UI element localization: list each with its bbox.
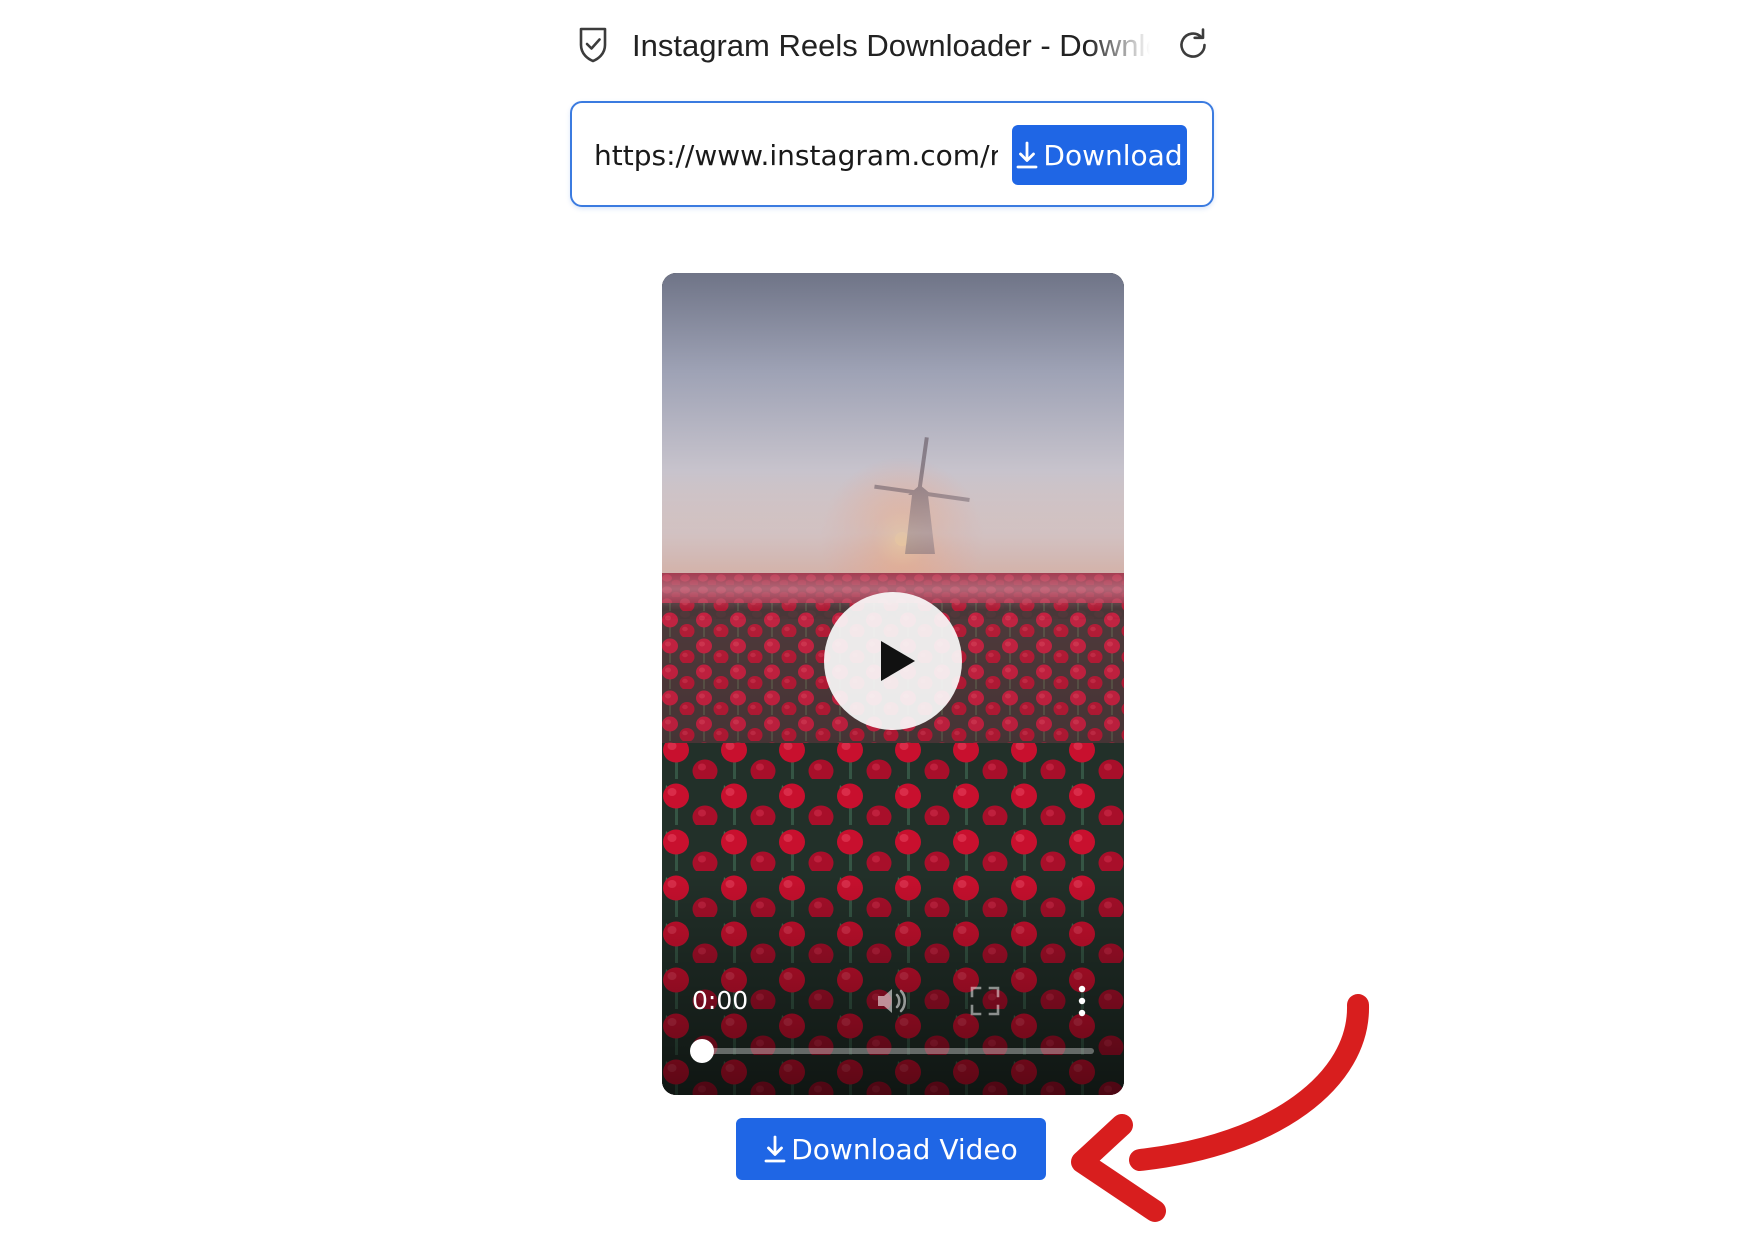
- video-player[interactable]: 0:00: [662, 273, 1124, 1095]
- progress-thumb[interactable]: [690, 1039, 714, 1063]
- address-bar[interactable]: Instagram Reels Downloader - Download: [560, 20, 1220, 72]
- download-button[interactable]: Download: [1012, 125, 1187, 185]
- download-video-button[interactable]: Download Video: [736, 1118, 1046, 1180]
- shield-check-icon[interactable]: [576, 26, 610, 64]
- fullscreen-icon[interactable]: [968, 984, 1002, 1018]
- progress-bar[interactable]: [690, 1039, 1094, 1063]
- url-input[interactable]: [594, 127, 998, 183]
- download-video-label: Download Video: [791, 1132, 1018, 1166]
- play-icon: [881, 641, 915, 681]
- annotation-arrow: [1071, 994, 1370, 1222]
- time-display: 0:00: [692, 986, 749, 1015]
- url-form: Download: [570, 101, 1214, 207]
- volume-icon[interactable]: [874, 983, 910, 1019]
- reload-icon[interactable]: [1174, 26, 1212, 64]
- download-button-label: Download: [1043, 138, 1183, 172]
- download-icon: [1017, 141, 1038, 169]
- page-title: Instagram Reels Downloader - Download: [632, 28, 1150, 63]
- download-icon: [764, 1135, 786, 1163]
- play-button[interactable]: [824, 592, 962, 730]
